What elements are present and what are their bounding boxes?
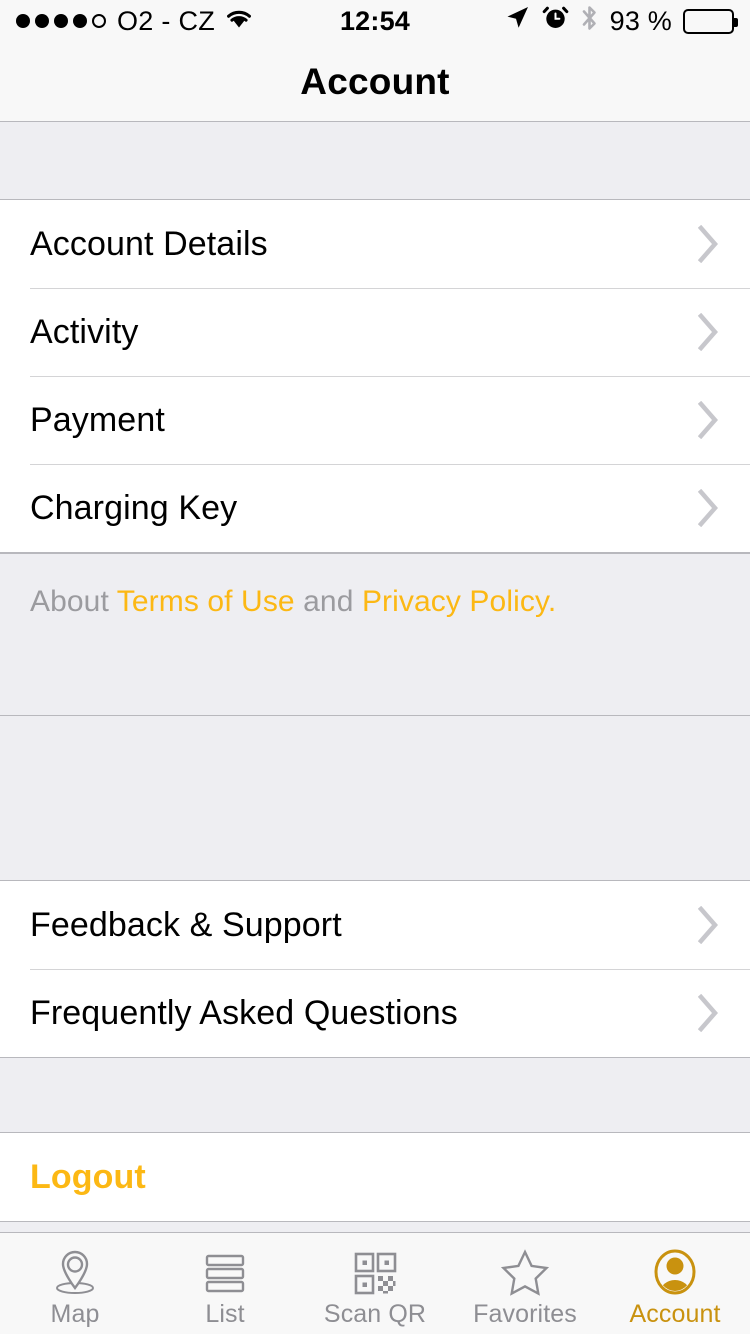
row-label: Activity bbox=[30, 313, 698, 352]
tab-account[interactable]: Account bbox=[600, 1233, 750, 1334]
logout-section: Logout bbox=[0, 1132, 750, 1222]
chevron-right-icon bbox=[698, 994, 720, 1032]
logout-label: Logout bbox=[30, 1158, 728, 1197]
row-faq[interactable]: Frequently Asked Questions bbox=[0, 969, 750, 1057]
map-pin-icon bbox=[49, 1246, 101, 1298]
tab-label: Scan QR bbox=[324, 1302, 426, 1327]
terms-of-use-link[interactable]: Terms of Use bbox=[117, 585, 295, 618]
row-charging-key[interactable]: Charging Key bbox=[0, 464, 750, 552]
row-label: Feedback & Support bbox=[30, 906, 698, 945]
spacer-middle-2 bbox=[0, 1058, 750, 1132]
status-bar-clock: 12:54 bbox=[0, 6, 750, 37]
phone-screen: O2 - CZ 12:54 bbox=[0, 0, 750, 1334]
chevron-right-icon bbox=[698, 313, 720, 351]
row-logout[interactable]: Logout bbox=[0, 1133, 750, 1221]
row-label: Account Details bbox=[30, 225, 698, 264]
tab-label: Account bbox=[629, 1302, 720, 1327]
row-payment[interactable]: Payment bbox=[0, 376, 750, 464]
support-section: Feedback & Support Frequently Asked Ques… bbox=[0, 880, 750, 1058]
status-bar: O2 - CZ 12:54 bbox=[0, 0, 750, 42]
row-activity[interactable]: Activity bbox=[0, 288, 750, 376]
legal-prefix: About bbox=[30, 585, 117, 618]
tab-label: Favorites bbox=[473, 1302, 577, 1327]
chevron-right-icon bbox=[698, 489, 720, 527]
chevron-right-icon bbox=[698, 401, 720, 439]
star-icon bbox=[499, 1246, 551, 1298]
legal-suffix: . bbox=[548, 585, 556, 618]
row-account-details[interactable]: Account Details bbox=[0, 200, 750, 288]
spacer-middle-1 bbox=[0, 716, 750, 880]
page-title: Account bbox=[300, 61, 449, 103]
battery-icon bbox=[683, 9, 734, 34]
chevron-right-icon bbox=[698, 906, 720, 944]
chevron-right-icon bbox=[698, 225, 720, 263]
tab-map[interactable]: Map bbox=[0, 1233, 150, 1334]
tab-label: Map bbox=[51, 1302, 100, 1327]
list-icon bbox=[199, 1246, 251, 1298]
settings-list: Account Details Activity Payment Chargin… bbox=[0, 122, 750, 1232]
spacer-bottom bbox=[0, 1222, 750, 1232]
legal-section: About Terms of Use and Privacy Policy. bbox=[0, 553, 750, 716]
navigation-bar: Account bbox=[0, 42, 750, 122]
row-label: Frequently Asked Questions bbox=[30, 994, 698, 1033]
row-label: Payment bbox=[30, 401, 698, 440]
account-section: Account Details Activity Payment Chargin… bbox=[0, 199, 750, 553]
tab-scan-qr[interactable]: Scan QR bbox=[300, 1233, 450, 1334]
row-feedback-support[interactable]: Feedback & Support bbox=[0, 881, 750, 969]
spacer-top bbox=[0, 122, 750, 199]
legal-conjunction: and bbox=[295, 585, 362, 618]
row-label: Charging Key bbox=[30, 489, 698, 528]
legal-text: About Terms of Use and Privacy Policy. bbox=[30, 583, 720, 621]
tab-list[interactable]: List bbox=[150, 1233, 300, 1334]
tab-bar: Map List bbox=[0, 1232, 750, 1334]
tab-label: List bbox=[205, 1302, 244, 1327]
user-avatar-icon bbox=[649, 1246, 701, 1298]
privacy-policy-link[interactable]: Privacy Policy bbox=[362, 585, 548, 618]
qr-code-icon bbox=[349, 1246, 401, 1298]
tab-favorites[interactable]: Favorites bbox=[450, 1233, 600, 1334]
